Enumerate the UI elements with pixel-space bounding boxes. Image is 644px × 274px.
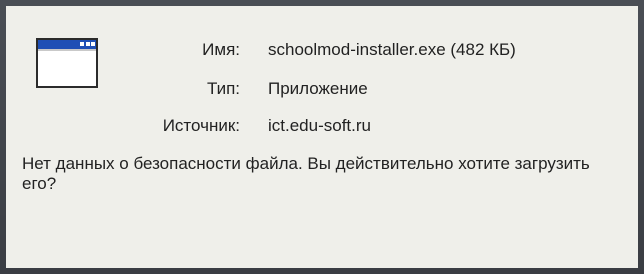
type-label: Тип: [206, 79, 240, 98]
type-value: Приложение [268, 79, 368, 98]
window-frame: Имя: schoolmod-installer.exe (482 КБ) Ти… [0, 0, 644, 274]
security-warning-text: Нет данных о безопасности файла. Вы дейс… [22, 154, 590, 193]
download-dialog-panel: Имя: schoolmod-installer.exe (482 КБ) Ти… [6, 6, 638, 268]
name-value: schoolmod-installer.exe (482 КБ) [268, 40, 516, 59]
source-value: ict.edu-soft.ru [268, 116, 371, 135]
application-window-icon [36, 38, 98, 88]
name-label: Имя: [202, 40, 240, 59]
source-label: Источник: [162, 116, 240, 135]
